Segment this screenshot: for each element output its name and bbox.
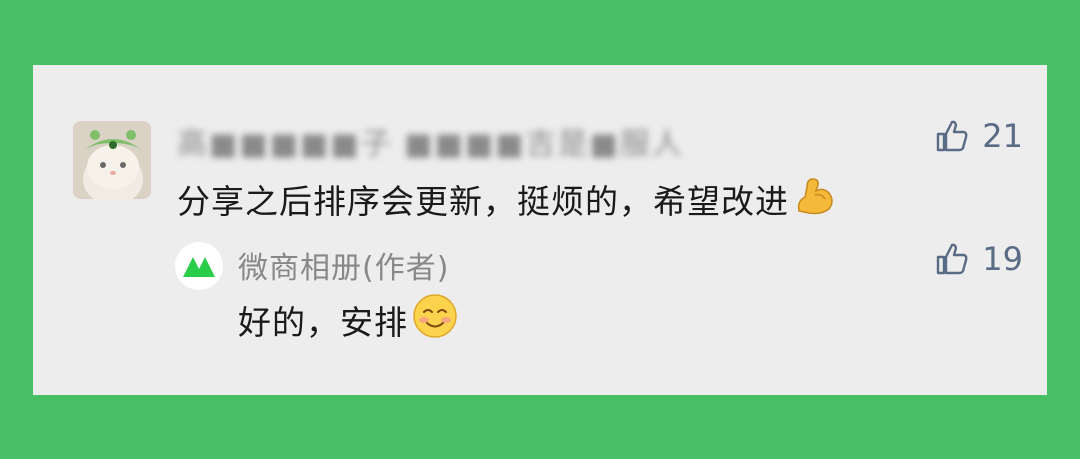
comment-card: 高■■■■■子 ■■■■吉是■服人 21 分享之后排序会更新，挺烦的，希望改进 … — [33, 65, 1047, 395]
reply-like-count: 19 — [982, 240, 1023, 278]
author-avatar[interactable] — [175, 242, 223, 290]
mountain-logo-icon — [183, 257, 215, 277]
reply-author-name[interactable]: 微商相册(作者) — [238, 243, 449, 287]
cat-avatar-icon — [73, 121, 151, 199]
reply-text: 好的，安排 — [238, 303, 408, 342]
comment-text: 分享之后排序会更新，挺烦的，希望改进 — [177, 182, 789, 221]
reply-body: 好的，安排 — [238, 293, 458, 347]
thumbs-up-icon — [937, 120, 968, 152]
thumbs-up-icon — [937, 243, 968, 275]
smiling-face-icon — [412, 293, 458, 347]
comment-like-count: 21 — [982, 117, 1023, 155]
comment-like-button[interactable]: 21 — [934, 117, 1023, 155]
flexed-biceps-icon — [793, 173, 837, 225]
commenter-name-blurred[interactable]: 高■■■■■子 ■■■■吉是■服人 — [177, 121, 682, 162]
reply-like-button[interactable]: 19 — [934, 240, 1023, 278]
comment-body: 分享之后排序会更新，挺烦的，希望改进 — [177, 173, 837, 225]
commenter-avatar[interactable] — [73, 121, 151, 199]
